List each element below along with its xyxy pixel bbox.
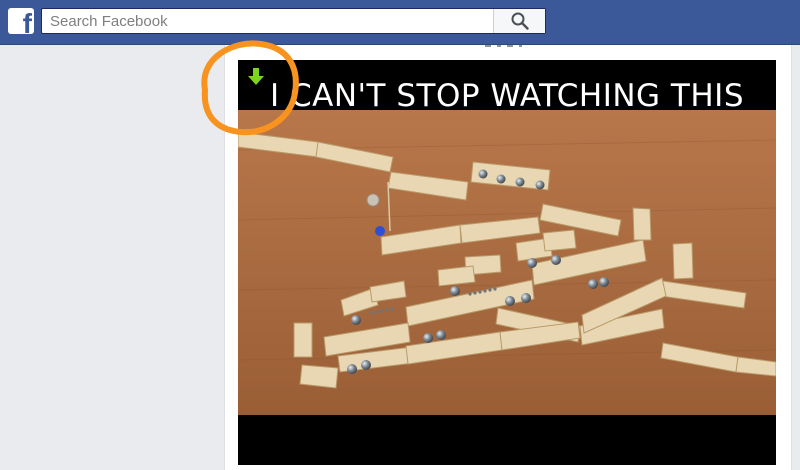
facebook-logo-letter: f — [22, 8, 32, 35]
video-frame-image — [238, 110, 776, 415]
green-down-arrow-icon[interactable] — [248, 68, 264, 86]
truncated-post-header — [485, 45, 522, 47]
video-title-overlay: I CAN'T STOP WATCHING THIS — [269, 78, 745, 114]
search-input[interactable] — [42, 9, 494, 33]
search-box — [41, 8, 546, 34]
search-button[interactable] — [493, 9, 545, 33]
top-navigation-bar: f — [0, 0, 800, 45]
left-sidebar — [0, 45, 222, 470]
facebook-logo-icon[interactable]: f — [8, 8, 34, 34]
post-video-player[interactable]: I CAN'T STOP WATCHING THIS — [238, 60, 776, 465]
magnifier-icon — [511, 12, 529, 30]
